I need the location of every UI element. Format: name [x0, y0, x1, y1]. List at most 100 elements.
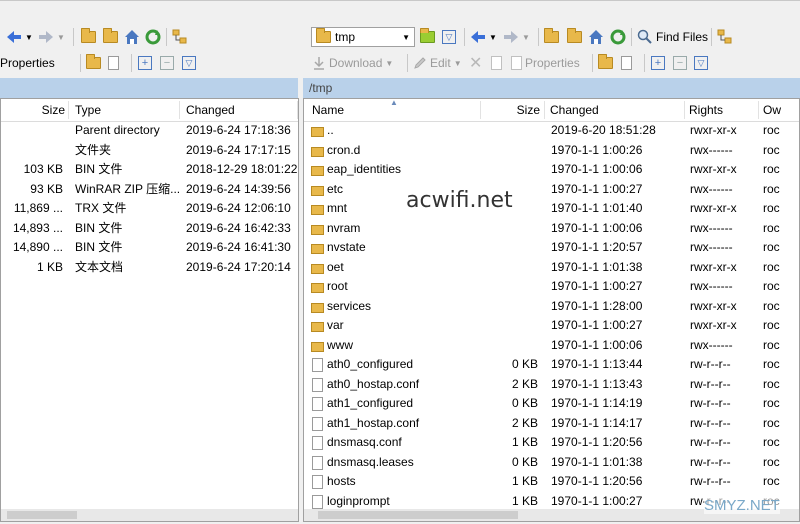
new-file-icon: [621, 56, 632, 70]
back-button[interactable]: ▼: [6, 27, 33, 47]
right-col-name[interactable]: Name: [312, 99, 344, 121]
rename-button[interactable]: [491, 53, 502, 73]
remote-path-combo[interactable]: tmp ▼: [311, 27, 415, 47]
remote-select-all-button[interactable]: +: [651, 53, 665, 73]
remote-parent-dir-button[interactable]: [544, 27, 559, 47]
table-row[interactable]: 11,869 ... TRX 文件 2019-6-24 12:06:10: [1, 199, 298, 219]
find-files-label: Find Files: [656, 30, 709, 44]
cell-size: 14,890 ...: [12, 240, 63, 254]
table-row[interactable]: nvram 1970-1-1 1:00:06 rwx------ roc: [304, 219, 799, 239]
right-col-owner[interactable]: Ow: [763, 99, 781, 121]
table-row[interactable]: www 1970-1-1 1:00:06 rwx------ roc: [304, 336, 799, 356]
home-button[interactable]: [124, 27, 140, 47]
remote-filter-button[interactable]: ▽: [694, 53, 708, 73]
table-row[interactable]: 1 KB 文本文档 2019-6-24 17:20:14: [1, 258, 298, 278]
cell-changed: 1970-1-1 1:00:27: [551, 181, 643, 196]
cell-rights: rw-r--r--: [690, 396, 731, 410]
left-col-changed[interactable]: Changed: [186, 99, 235, 121]
table-row[interactable]: 14,893 ... BIN 文件 2019-6-24 16:42:33: [1, 219, 298, 239]
folder-icon: [311, 166, 324, 176]
download-button[interactable]: Download ▼: [312, 53, 393, 73]
toolbar-separator: [644, 54, 645, 72]
parent-dir-button[interactable]: [81, 27, 96, 47]
right-file-list[interactable]: Name ▲ Size Changed Rights Ow .. 2019-6-2…: [303, 98, 800, 522]
table-row[interactable]: ath0_configured 0 KB 1970-1-1 1:13:44 rw-r-…: [304, 355, 799, 375]
table-row[interactable]: root 1970-1-1 1:00:27 rwx------ roc: [304, 277, 799, 297]
remote-tree-view-button[interactable]: [717, 27, 733, 47]
file-icon: [312, 475, 323, 489]
cell-owner: roc: [763, 142, 780, 157]
table-row[interactable]: var 1970-1-1 1:00:27 rwxr-xr-x roc: [304, 316, 799, 336]
parent-folder-icon: [311, 127, 324, 137]
left-file-list[interactable]: Size Type Changed Parent directory 2019-6…: [0, 98, 299, 522]
filter-icon: ▽: [694, 56, 708, 70]
cell-size: 1 KB: [511, 474, 538, 488]
delete-button[interactable]: ✕: [469, 53, 482, 73]
table-row[interactable]: 93 KB WinRAR ZIP 压缩... 2019-6-24 14:39:56: [1, 180, 298, 200]
remote-forward-button[interactable]: ▼: [503, 27, 530, 47]
file-icon: [312, 494, 323, 509]
cell-owner: roc: [763, 318, 780, 332]
cell-type: TRX 文件: [75, 201, 127, 215]
cell-changed: 2019-6-24 16:41:30: [186, 240, 291, 254]
table-row[interactable]: dnsmasq.leases 0 KB 1970-1-1 1:01:38 rw-r--…: [304, 453, 799, 473]
table-row[interactable]: etc 1970-1-1 1:00:27 rwx------ roc: [304, 180, 799, 200]
left-col-type[interactable]: Type: [75, 99, 101, 121]
find-files-button[interactable]: Find Files: [637, 27, 708, 47]
left-properties-button[interactable]: Properties: [0, 53, 55, 73]
filter-button[interactable]: ▽: [442, 27, 456, 47]
chevron-down-icon: ▼: [57, 32, 65, 42]
left-horizontal-scrollbar[interactable]: [1, 509, 298, 521]
table-row[interactable]: 文件夹 2019-6-24 17:17:15: [1, 141, 298, 161]
table-row[interactable]: services 1970-1-1 1:28:00 rwxr-xr-x roc: [304, 297, 799, 317]
table-row[interactable]: hosts 1 KB 1970-1-1 1:20:56 rw-r--r-- roc: [304, 472, 799, 492]
left-col-size[interactable]: Size: [1, 99, 65, 121]
new-folder-button[interactable]: [86, 53, 101, 73]
table-row[interactable]: nvstate 1970-1-1 1:20:57 rwx------ roc: [304, 238, 799, 258]
right-properties-button[interactable]: Properties: [511, 53, 580, 73]
table-row[interactable]: ath0_hostap.conf 2 KB 1970-1-1 1:13:43 rw-r…: [304, 375, 799, 395]
table-row[interactable]: eap_identities 1970-1-1 1:00:06 rwxr-xr-x r…: [304, 160, 799, 180]
remote-refresh-button[interactable]: [610, 27, 626, 47]
table-row[interactable]: oet 1970-1-1 1:01:38 rwxr-xr-x roc: [304, 258, 799, 278]
unselect-all-button[interactable]: −: [160, 53, 174, 73]
remote-unselect-all-button[interactable]: −: [673, 53, 687, 73]
remote-root-dir-button[interactable]: [567, 27, 582, 47]
select-all-button[interactable]: +: [138, 53, 152, 73]
edit-button[interactable]: Edit ▼: [413, 53, 462, 73]
right-col-rights[interactable]: Rights: [689, 99, 723, 121]
filter-button[interactable]: ▽: [182, 53, 196, 73]
forward-button[interactable]: ▼: [38, 27, 65, 47]
cell-changed: 2019-6-24 17:17:15: [186, 142, 291, 157]
remote-new-file-button[interactable]: [621, 53, 632, 73]
table-row[interactable]: ath1_configured 0 KB 1970-1-1 1:14:19 rw-r-…: [304, 394, 799, 414]
cell-name: ath1_configured: [327, 396, 414, 410]
tree-icon: [172, 29, 187, 44]
refresh-button[interactable]: [145, 27, 161, 47]
table-row[interactable]: 103 KB BIN 文件 2018-12-29 18:01:22: [1, 160, 298, 180]
table-row[interactable]: Parent directory 2019-6-24 17:18:36: [1, 121, 298, 141]
remote-new-folder-button[interactable]: [598, 53, 613, 73]
scrollbar-thumb[interactable]: [318, 511, 518, 519]
table-row[interactable]: mnt 1970-1-1 1:01:40 rwxr-xr-x roc: [304, 199, 799, 219]
remote-home-button[interactable]: [588, 27, 604, 47]
tree-view-button[interactable]: [172, 27, 188, 47]
folder-icon: [311, 224, 324, 235]
table-row[interactable]: cron.d 1970-1-1 1:00:26 rwx------ roc: [304, 141, 799, 161]
right-col-changed[interactable]: Changed: [550, 99, 599, 121]
minus-icon: −: [673, 56, 687, 70]
filter-icon: ▽: [182, 56, 196, 70]
open-directory-button[interactable]: [420, 27, 435, 47]
table-row[interactable]: .. 2019-6-20 18:51:28 rwxr-xr-x roc: [304, 121, 799, 141]
cell-changed: 1970-1-1 1:00:06: [551, 220, 643, 235]
table-row[interactable]: dnsmasq.conf 1 KB 1970-1-1 1:20:56 rw-r--r-…: [304, 433, 799, 453]
new-file-button[interactable]: [108, 53, 119, 73]
cell-owner: roc: [763, 123, 780, 137]
root-dir-button[interactable]: [103, 27, 118, 47]
chevron-down-icon: ▼: [522, 32, 530, 42]
table-row[interactable]: 14,890 ... BIN 文件 2019-6-24 16:41:30: [1, 238, 298, 258]
right-col-size[interactable]: Size: [482, 99, 540, 121]
scrollbar-thumb[interactable]: [7, 511, 77, 519]
remote-back-button[interactable]: ▼: [470, 27, 497, 47]
table-row[interactable]: ath1_hostap.conf 2 KB 1970-1-1 1:14:17 rw-r…: [304, 414, 799, 434]
